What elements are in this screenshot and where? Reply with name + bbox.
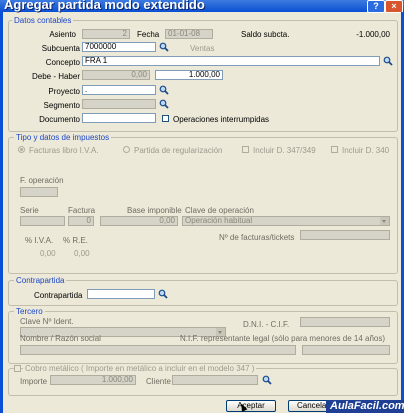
iva-label: % I.V.A.: [25, 236, 54, 245]
subcuenta-search-icon[interactable]: [159, 42, 169, 52]
incluir-340-label: Incluir D. 340: [342, 146, 390, 155]
nombre-field[interactable]: [20, 345, 296, 355]
clave-operacion-select[interactable]: Operación habitual: [182, 216, 390, 226]
cliente-label: Cliente: [146, 377, 171, 386]
base-imponible-label: Base imponible: [127, 206, 182, 215]
segmento-search-icon[interactable]: [159, 99, 169, 109]
haber-input[interactable]: 1.000,00: [155, 70, 223, 80]
facturas-libro-iva-radio[interactable]: [18, 146, 25, 153]
factura-label: Factura: [68, 206, 96, 215]
serie-field[interactable]: [20, 216, 65, 226]
concepto-label: Concepto: [45, 58, 80, 67]
clave-ident-label: Clave Nº Ident.: [20, 317, 74, 326]
subcuenta-label: Subcuenta: [41, 44, 80, 53]
serie-label: Serie: [20, 206, 39, 215]
clave-operacion-label: Clave de operación: [185, 206, 254, 215]
concepto-input[interactable]: FRA 1: [82, 56, 380, 66]
incluir-340-checkbox[interactable]: [331, 146, 338, 153]
title-bar[interactable]: Agregar partida modo extendido ? ×: [0, 0, 404, 13]
base-imponible-field[interactable]: 0,00: [100, 216, 178, 226]
num-facturas-label: Nº de facturas/tickets: [219, 233, 295, 242]
help-button[interactable]: ?: [367, 0, 385, 13]
fecha-field[interactable]: 01-01-08: [165, 29, 213, 39]
segmento-input[interactable]: [82, 99, 156, 109]
asiento-label: Asiento: [49, 30, 76, 39]
proyecto-input[interactable]: .: [82, 85, 156, 95]
cobro-metalico-checkbox[interactable]: [14, 365, 21, 372]
factura-field[interactable]: 0: [68, 216, 94, 226]
datos-contables-legend: Datos contables: [12, 16, 74, 25]
operaciones-interrumpidas-label: Operaciones interrumpidas: [173, 115, 270, 124]
importe-label: Importe: [20, 377, 48, 386]
dialog-window: Agregar partida modo extendido ? × Datos…: [0, 0, 404, 413]
importe-field[interactable]: 1.000,00: [50, 375, 136, 385]
documento-label: Documento: [39, 115, 80, 124]
f-operacion-field[interactable]: [20, 187, 58, 197]
debe-haber-label: Debe - Haber: [31, 72, 80, 81]
watermark-logo: AulaFacil.com: [326, 400, 404, 413]
dni-cif-label: D.N.I. - C.I.F.: [243, 320, 290, 329]
re-label: % R.E.: [63, 236, 88, 245]
nombre-label: Nombre / Razón social: [20, 334, 101, 343]
operaciones-interrumpidas-checkbox[interactable]: [162, 115, 169, 122]
window-border-left: [0, 12, 3, 413]
partida-regularizacion-label: Partida de regularización: [134, 146, 223, 155]
cliente-field[interactable]: [172, 375, 258, 385]
cliente-search-icon[interactable]: [262, 375, 272, 385]
subcuenta-description: Ventas: [190, 44, 215, 53]
debe-input[interactable]: 0,00: [82, 70, 150, 80]
cobro-legend: Cobro metálico ( Importe en metálico a i…: [23, 364, 257, 373]
nif-representante-field[interactable]: [302, 345, 390, 355]
contrapartida-legend: Contrapartida: [14, 276, 67, 285]
facturas-libro-iva-label: Facturas libro I.V.A.: [29, 146, 99, 155]
contrapartida-input[interactable]: [87, 289, 155, 299]
fecha-label: Fecha: [137, 30, 160, 39]
saldo-label: Saldo subcta.: [241, 30, 290, 39]
concepto-search-icon[interactable]: [383, 56, 393, 66]
contrapartida-search-icon[interactable]: [158, 289, 168, 299]
incluir-347-checkbox[interactable]: [242, 146, 249, 153]
segmento-label: Segmento: [43, 101, 80, 110]
subcuenta-input[interactable]: 7000000: [82, 42, 156, 52]
window-title: Agregar partida modo extendido: [4, 0, 205, 12]
dni-cif-field[interactable]: [300, 317, 390, 327]
iva-value: 0,00: [40, 249, 56, 258]
accept-button[interactable]: Aceptar: [226, 400, 276, 412]
asiento-field[interactable]: 2: [82, 29, 130, 39]
saldo-value: -1.000,00: [356, 30, 390, 39]
proyecto-label: Proyecto: [48, 87, 80, 96]
clave-operacion-value: Operación habitual: [185, 216, 253, 225]
nif-representante-label: N.I.F. representante legal (sólo para me…: [180, 334, 386, 343]
re-value: 0,00: [74, 249, 90, 258]
num-facturas-field[interactable]: [300, 230, 390, 240]
impuestos-legend: Tipo y datos de impuestos: [14, 133, 112, 142]
chevron-down-icon[interactable]: [380, 217, 389, 225]
tercero-legend: Tercero: [14, 307, 45, 316]
f-operacion-label: F. operación: [20, 176, 64, 185]
proyecto-search-icon[interactable]: [159, 85, 169, 95]
partida-regularizacion-radio[interactable]: [123, 146, 130, 153]
incluir-347-label: Incluir D. 347/349: [253, 146, 316, 155]
documento-input[interactable]: [82, 113, 156, 123]
contrapartida-label: Contrapartida: [34, 291, 83, 300]
